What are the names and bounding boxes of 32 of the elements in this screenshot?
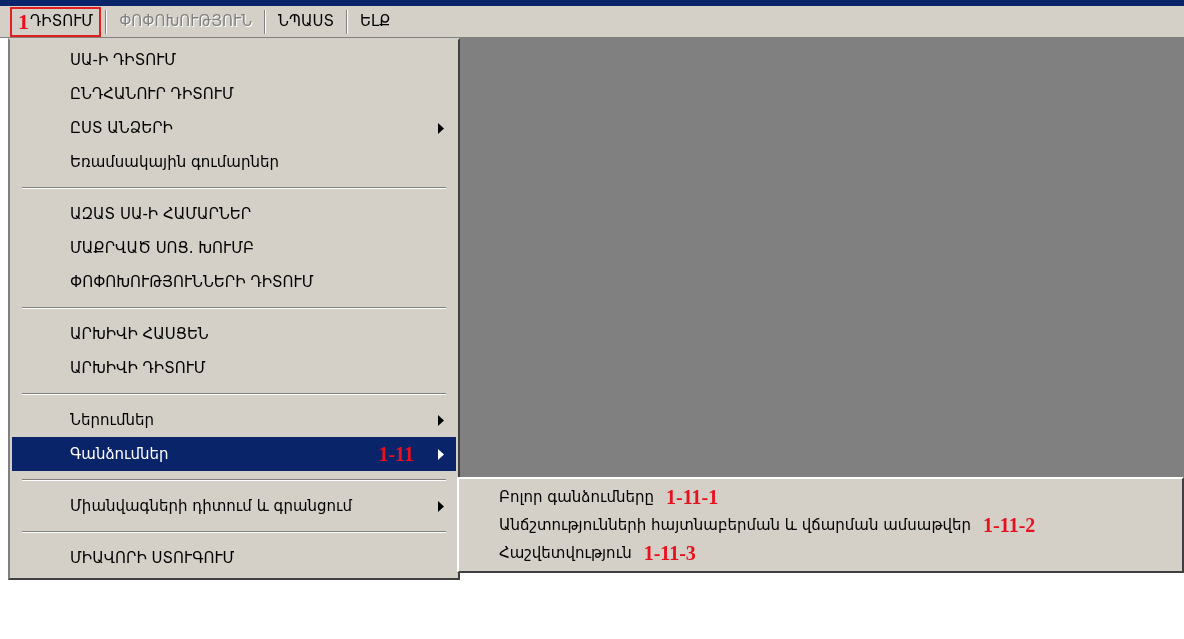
annotation-label: 1-11-3 (643, 543, 696, 563)
menu-bar-item[interactable]: ՆՊԱՍՏ (270, 6, 343, 37)
submenu-arrow-icon (438, 122, 444, 134)
menu-item[interactable]: ՄԻԱՎՈՐԻ ՍՏՈՒԳՈՒՄ (12, 541, 456, 575)
menu-label: ԴԻՏՈՒՄ (30, 11, 94, 33)
menu-bar-item[interactable]: ԵԼՔ (352, 6, 399, 37)
menu-item[interactable]: Ներումներ (12, 403, 456, 437)
annotation-label: 1-11-1 (666, 487, 719, 507)
menu-item[interactable]: Անճշտությունների հայտնաբերման և վճարման ամսաթվեր 1-11-2 (459, 511, 1182, 539)
annotation-label: 1-11 (378, 444, 414, 464)
menu-item[interactable]: Բոլոր գանձումները 1-11-1 (459, 483, 1182, 511)
menu-item[interactable]: ԸՍՏ ԱՆՁԵՐԻ (12, 111, 456, 145)
menu-item[interactable]: Եռամսակային գումարներ (12, 145, 456, 179)
menu-label: ՓՈՓՈԽՈՒԹՅՈՒՆ (119, 11, 253, 33)
menu-item[interactable]: ԱԶԱՏ ՍԱ-Ի ՀԱՄԱՐՆԵՐ (12, 197, 456, 231)
menu-item[interactable]: Միանվագների դիտում և գրանցում (12, 489, 456, 523)
menu-item[interactable]: Հաշվետվություն 1-11-3 (459, 539, 1182, 567)
menu-item[interactable]: ՓՈՓՈԽՈՒԹՅՈՒՆՆԵՐԻ ԴԻՏՈՒՄ (12, 265, 456, 299)
menu-item[interactable]: ԱՐԽԻՎԻ ՀԱՍՑԵՆ (12, 317, 456, 351)
menu-bar-item[interactable]: 1ԴԻՏՈՒՄ (10, 6, 102, 37)
menu-item[interactable]: ԱՐԽԻՎԻ ԴԻՏՈՒՄ (12, 351, 456, 385)
menu-label: ԵԼՔ (360, 11, 391, 33)
menu-label: ՆՊԱՍՏ (278, 11, 335, 33)
annotation-label: 1-11-2 (983, 515, 1036, 535)
menu-item[interactable]: ԸՆԴՀԱՆՈՒՐ ԴԻՏՈՒՄ (12, 77, 456, 111)
menu-item[interactable]: Գանձումներ 1-11 (12, 437, 456, 471)
menu-item[interactable]: ՍԱ-Ի ԴԻՏՈՒՄ (12, 43, 456, 77)
annotation-label: 1 (18, 10, 29, 33)
submenu-arrow-icon (438, 414, 444, 426)
submenu-arrow-icon (438, 500, 444, 512)
submenu-arrow-icon (438, 448, 444, 460)
menu-item[interactable]: ՄԱՔՐՎԱԾ ՍՈՑ. ԽՈՒՄԲ (12, 231, 456, 265)
